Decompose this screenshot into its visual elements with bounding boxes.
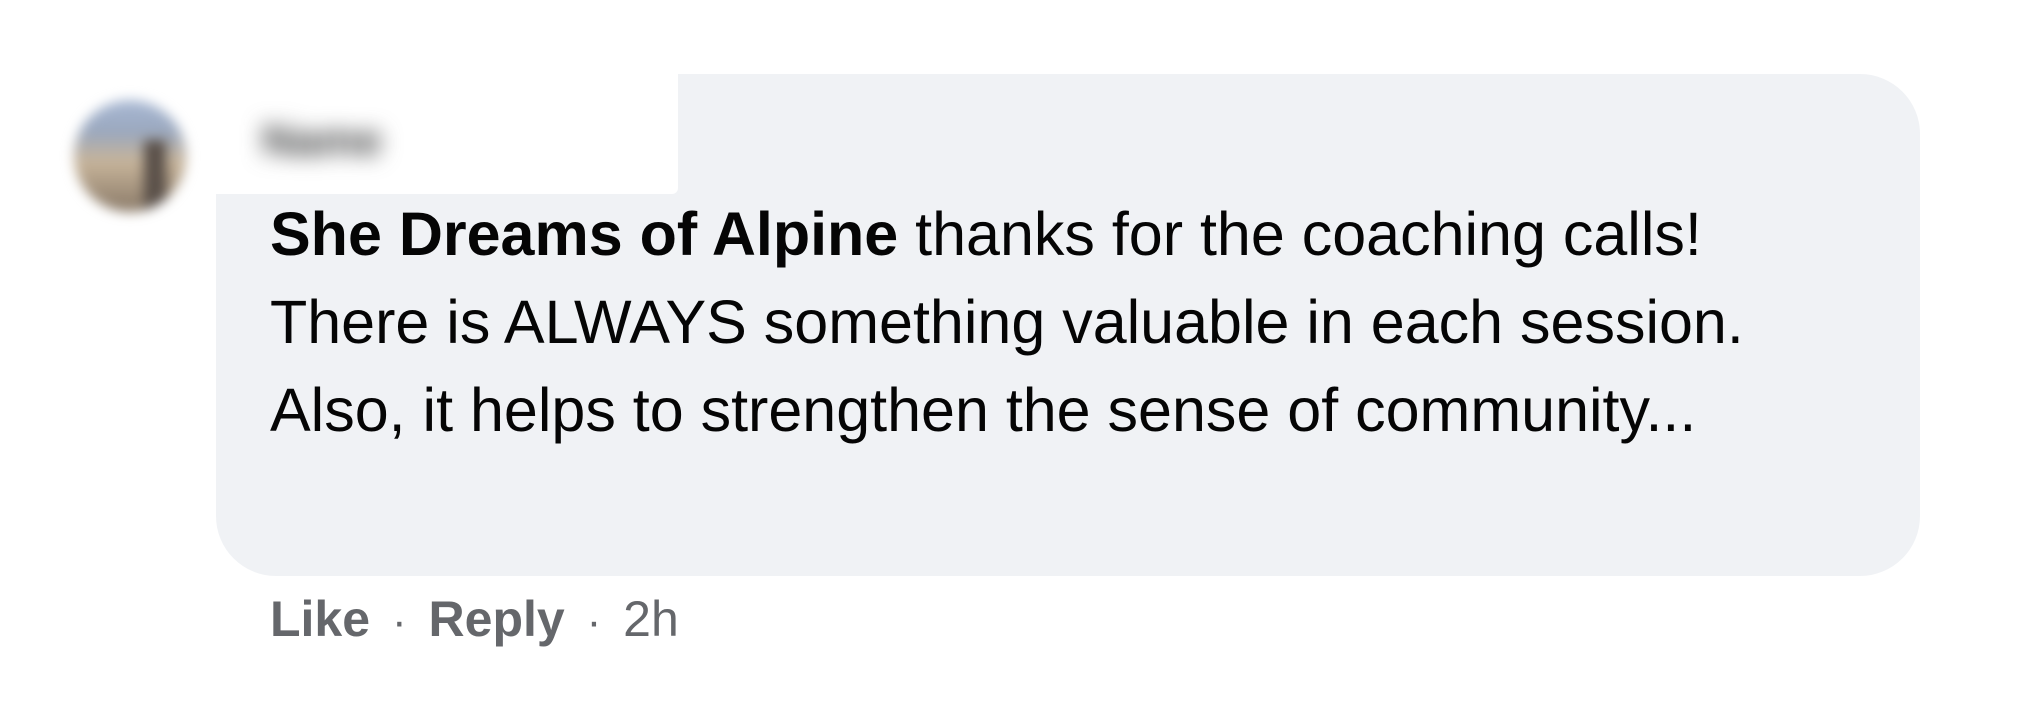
timestamp[interactable]: 2h (623, 591, 679, 647)
comment-body: She Dreams of Alpine thanks for the coac… (270, 190, 1870, 454)
author-name[interactable]: Name (262, 118, 382, 164)
like-button[interactable]: Like (270, 591, 370, 647)
mention-link[interactable]: She Dreams of Alpine (270, 200, 898, 268)
separator-dot: · (391, 597, 407, 646)
avatar[interactable] (74, 100, 186, 212)
comment-actions: Like · Reply · 2h (270, 584, 679, 654)
avatar-photo-detail (144, 140, 166, 210)
comment: Name She Dreams of Alpine thanks for the… (0, 0, 2020, 728)
reply-button[interactable]: Reply (429, 591, 565, 647)
separator-dot: · (586, 597, 602, 646)
